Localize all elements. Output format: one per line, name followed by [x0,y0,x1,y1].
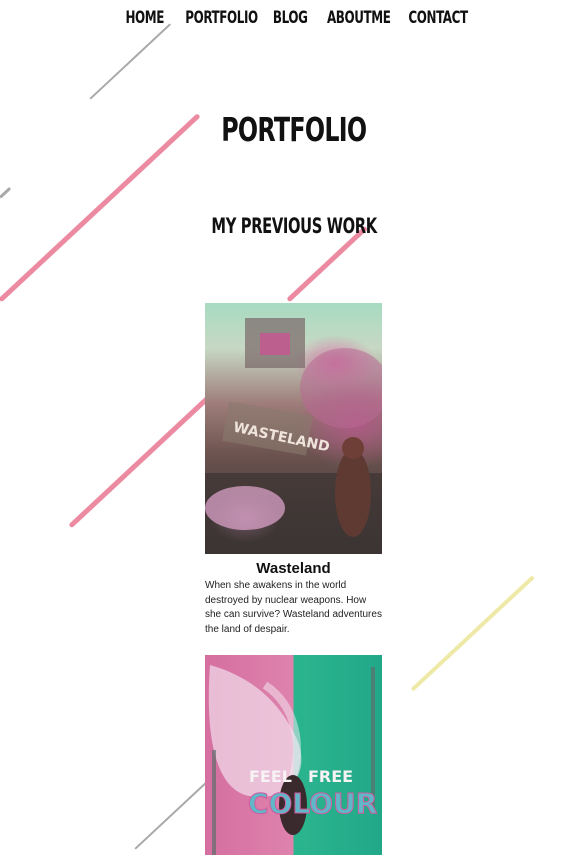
work-description: When she awakens in the world destroyed … [205,580,382,635]
free-text: FREE [308,767,353,786]
decorative-streak [134,780,209,850]
decorative-streak [0,186,12,199]
decorative-streak [89,23,172,100]
nav-home-link[interactable]: HOME [125,8,164,28]
portfolio-card-wasteland[interactable]: WASTELAND Wasteland When she awakens in … [205,303,382,637]
work-title[interactable]: Wasteland [205,560,382,577]
page-title: PORTFOLIO [0,110,588,149]
nav-portfolio-link[interactable]: PORTFOLIO [185,8,258,28]
feel-free-colour-cover-image[interactable]: FEEL FREE COLOUR [205,655,382,855]
section-title: MY PREVIOUS WORK [0,214,588,238]
colour-text: COLOUR [248,787,377,820]
nav-blog-link[interactable]: BLOG [273,8,308,28]
nav-contact-link[interactable]: CONTACT [408,8,468,28]
page-title-text: PORTFOLIO [221,110,367,149]
wasteland-cover-image[interactable]: WASTELAND [205,303,382,554]
wasteland-illustration: WASTELAND [205,318,382,554]
decorative-streak [410,575,535,692]
feel-free-colour-illustration: FEEL FREE COLOUR [208,665,378,855]
section-title-text: MY PREVIOUS WORK [211,214,377,238]
nav-aboutme-link[interactable]: ABOUTME [327,8,391,28]
decorative-streak [68,395,211,529]
feel-text: FEEL [249,767,292,786]
portfolio-card-feel-free-colour[interactable]: FEEL FREE COLOUR [205,655,382,855]
